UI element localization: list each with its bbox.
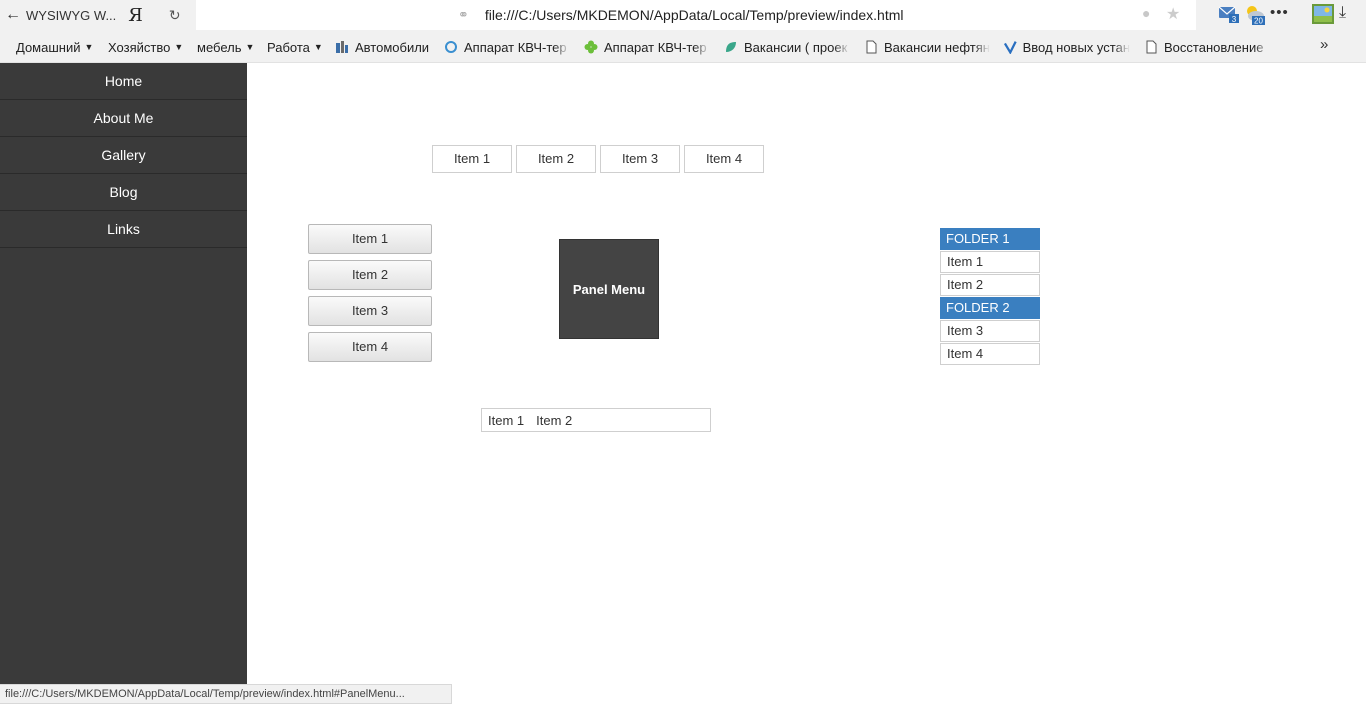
mail-icon[interactable]: 3 [1219,5,1239,23]
check-icon [1004,41,1017,54]
horizontal-menu-item[interactable]: Item 3 [600,145,680,173]
vertical-menu-button[interactable]: Item 3 [308,296,432,326]
caret-down-icon: ▼ [245,42,255,52]
horizontal-menu: Item 1 Item 2 Item 3 Item 4 [432,145,764,173]
accordion-folder-2[interactable]: FOLDER 2 [940,297,1040,319]
bookmarks-more-icon[interactable]: » [1320,36,1328,53]
bookmark-folder[interactable]: Домашний ▼ [16,38,100,56]
download-icon[interactable]: ⤓ [1339,4,1346,22]
bookmark-label: Аппарат КВЧ-тер [464,39,567,55]
menu-bar-item[interactable]: Item 2 [536,413,572,428]
address-bar[interactable]: ⚭ file:///C:/Users/MKDEMON/AppData/Local… [196,0,1196,30]
caret-down-icon: ▼ [174,42,184,52]
bulb-icon[interactable]: ● [1142,5,1150,21]
caret-down-icon: ▼ [313,42,323,52]
accordion-item[interactable]: Item 1 [940,251,1040,273]
bookmark-item[interactable]: Вакансии нефтян [864,38,990,56]
page-icon [866,40,877,54]
menu-bar-item[interactable]: Item 1 [488,413,524,428]
accordion-item[interactable]: Item 3 [940,320,1040,342]
accordion-item[interactable]: Item 2 [940,274,1040,296]
horizontal-menu-item[interactable]: Item 1 [432,145,512,173]
sidebar-item-home[interactable]: Home [0,63,247,100]
horizontal-menu-item[interactable]: Item 4 [684,145,764,173]
browser-tab[interactable]: ← WYSIWYG W... Я ↻ [0,0,195,30]
bookmark-label: Восстановление [1164,39,1264,55]
car-icon [336,41,348,53]
star-icon[interactable]: ★ [1166,4,1180,24]
sidebar-nav: Home About Me Gallery Blog Links [0,63,247,704]
bookmark-folder[interactable]: Работа ▼ [267,38,327,56]
bookmark-folder[interactable]: Хозяйство ▼ [108,38,188,56]
bookmark-folder[interactable]: мебель ▼ [197,38,259,56]
bookmarks-bar: Домашний ▼ Хозяйство ▼ мебель ▼ Работа ▼ Авт… [0,30,1366,63]
bookmark-item[interactable]: Ввод новых устан [1004,38,1130,56]
vertical-menu-button[interactable]: Item 1 [308,224,432,254]
yandex-icon[interactable]: Я [128,5,143,26]
url-text[interactable]: file:///C:/Users/MKDEMON/AppData/Local/T… [485,7,904,23]
bookmark-item[interactable]: Аппарат КВЧ-тер [444,38,570,56]
menu-bar: Item 1 Item 2 [481,408,711,432]
back-arrow-icon[interactable]: ← [2,6,24,24]
bookmark-label: Автомобили [355,39,430,55]
bookmark-label: Работа [267,39,310,55]
vertical-menu-button[interactable]: Item 2 [308,260,432,290]
more-icon[interactable]: ••• [1270,4,1289,21]
leaf-icon [726,42,736,52]
status-bar-url: file:///C:/Users/MKDEMON/AppData/Local/T… [0,684,452,704]
sidebar-item-blog[interactable]: Blog [0,174,247,211]
globe-icon: ⚭ [458,7,469,22]
bookmark-item[interactable]: Вакансии ( проек [724,38,850,56]
caret-down-icon: ▼ [84,42,94,52]
clover-icon [584,40,598,54]
reload-icon[interactable]: ↻ [169,7,181,24]
vertical-menu-button[interactable]: Item 4 [308,332,432,362]
bookmark-item[interactable]: Аппарат КВЧ-тер [584,38,710,56]
mail-badge: 3 [1232,15,1237,23]
accordion-folder-1[interactable]: FOLDER 1 [940,228,1040,250]
bookmark-label: Аппарат КВЧ-тер [604,39,707,55]
horizontal-menu-item[interactable]: Item 2 [516,145,596,173]
vertical-menu: Item 1 Item 2 Item 3 Item 4 [308,224,432,368]
weather-badge: 20 [1254,17,1263,26]
accordion-item[interactable]: Item 4 [940,343,1040,365]
accordion-menu: FOLDER 1 Item 1 Item 2 FOLDER 2 Item 3 I… [940,228,1040,366]
bookmark-item[interactable]: Восстановление [1144,38,1270,56]
sidebar-item-about-me[interactable]: About Me [0,100,247,137]
bookmark-label: мебель [197,39,242,55]
ring-icon [445,41,457,53]
tab-title: WYSIWYG W... [26,7,117,23]
sidebar-item-gallery[interactable]: Gallery [0,137,247,174]
bookmark-label: Хозяйство [108,39,171,55]
browser-toolbar: ← WYSIWYG W... Я ↻ ⚭ file:///C:/Users/MK… [0,0,1366,30]
panel-menu-button[interactable]: Panel Menu [559,239,659,339]
weather-icon[interactable]: 20 [1243,3,1265,25]
bookmark-label: Домашний [16,39,81,55]
page-icon [1146,40,1157,54]
bookmark-item[interactable]: Автомобили [335,38,433,56]
picture-icon[interactable] [1312,4,1334,24]
bookmark-label: Вакансии ( проек [744,39,848,55]
sidebar-item-links[interactable]: Links [0,211,247,248]
